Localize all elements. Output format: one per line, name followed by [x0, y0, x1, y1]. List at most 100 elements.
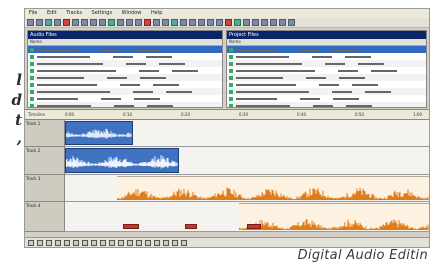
menu-settings[interactable]: Settings: [92, 10, 113, 16]
track-1-clip[interactable]: [65, 121, 133, 145]
file-row[interactable]: [28, 88, 222, 95]
file-row[interactable]: [28, 95, 222, 102]
toolbar-button[interactable]: [90, 19, 97, 26]
file-row[interactable]: [227, 81, 426, 88]
menu-edit[interactable]: Edit: [47, 10, 57, 16]
transport-button[interactable]: [109, 239, 115, 246]
file-row[interactable]: [227, 67, 426, 74]
timeline-ruler[interactable]: 0:00 0:10 0:20 0:30 0:40 0:50 1:00: [65, 110, 429, 119]
file-type-text: [134, 97, 160, 100]
toolbar-button[interactable]: [288, 19, 295, 26]
file-name-text: [236, 69, 315, 72]
toolbar-button[interactable]: [225, 19, 232, 26]
toolbar-button[interactable]: [180, 19, 187, 26]
menu-file[interactable]: File: [29, 10, 37, 16]
menu-window[interactable]: Window: [122, 10, 142, 16]
margin-text-4: ,: [16, 129, 22, 147]
toolbar-button[interactable]: [216, 19, 223, 26]
toolbar-button[interactable]: [279, 19, 286, 26]
menu-tracks[interactable]: Tracks: [66, 10, 82, 16]
track-2-lane[interactable]: [65, 147, 429, 175]
toolbar-button[interactable]: [99, 19, 106, 26]
transport-button[interactable]: [37, 239, 43, 246]
file-row[interactable]: [227, 53, 426, 60]
file-size-text: [306, 76, 326, 79]
toolbar-button[interactable]: [207, 19, 214, 26]
track-4-header[interactable]: Track 4: [25, 202, 65, 232]
toolbar-button[interactable]: [27, 19, 34, 26]
toolbar-button[interactable]: [189, 19, 196, 26]
track-1-lane[interactable]: [65, 120, 429, 147]
file-type-text: [346, 104, 372, 107]
toolbar-button[interactable]: [243, 19, 250, 26]
toolbar-button[interactable]: [63, 19, 70, 26]
file-row[interactable]: [227, 95, 426, 102]
transport-button[interactable]: [91, 239, 97, 246]
transport-button[interactable]: [163, 239, 169, 246]
toolbar-button[interactable]: [270, 19, 277, 26]
file-row[interactable]: [28, 102, 222, 107]
track-3-header[interactable]: Track 3: [25, 175, 65, 202]
transport-button[interactable]: [82, 239, 88, 246]
toolbar-button[interactable]: [234, 19, 241, 26]
transport-button[interactable]: [136, 239, 142, 246]
toolbar-button[interactable]: [126, 19, 133, 26]
audio-files-title: Audio Files: [28, 31, 222, 39]
track-2-clip[interactable]: [65, 148, 179, 173]
transport-button[interactable]: [73, 239, 79, 246]
transport-button[interactable]: [127, 239, 133, 246]
marker-a[interactable]: [123, 224, 139, 229]
file-row[interactable]: [28, 53, 222, 60]
transport-button[interactable]: [28, 239, 34, 246]
track-4-lane[interactable]: [65, 202, 429, 232]
file-row[interactable]: [28, 67, 222, 74]
file-row[interactable]: [227, 74, 426, 81]
file-name-text: [236, 48, 276, 51]
figure-caption: Digital Audio Editin: [297, 248, 428, 263]
transport-button[interactable]: [55, 239, 61, 246]
toolbar-button[interactable]: [117, 19, 124, 26]
toolbar-button[interactable]: [252, 19, 259, 26]
marker-c[interactable]: [247, 224, 261, 229]
transport-button[interactable]: [64, 239, 70, 246]
toolbar-button[interactable]: [45, 19, 52, 26]
file-row[interactable]: [28, 74, 222, 81]
marker-b[interactable]: [185, 224, 197, 229]
transport-button[interactable]: [100, 239, 106, 246]
toolbar-button[interactable]: [144, 19, 151, 26]
toolbar-button[interactable]: [54, 19, 61, 26]
toolbar-button[interactable]: [135, 19, 142, 26]
track-3-lane[interactable]: [65, 175, 429, 202]
toolbar-button[interactable]: [108, 19, 115, 26]
track-1-header[interactable]: Track 1: [25, 120, 65, 147]
track-2-header[interactable]: Track 2: [25, 147, 65, 175]
transport-button[interactable]: [46, 239, 52, 246]
toolbar-button[interactable]: [261, 19, 268, 26]
track-3-clip[interactable]: [117, 176, 429, 200]
toolbar-button[interactable]: [36, 19, 43, 26]
toolbar-button[interactable]: [198, 19, 205, 26]
file-row[interactable]: [28, 81, 222, 88]
file-row[interactable]: [227, 60, 426, 67]
toolbar-button[interactable]: [72, 19, 79, 26]
track-4-clip[interactable]: [239, 203, 429, 230]
toolbar-button[interactable]: [171, 19, 178, 26]
transport-button[interactable]: [154, 239, 160, 246]
file-row[interactable]: [227, 46, 426, 53]
file-row[interactable]: [227, 88, 426, 95]
transport-button[interactable]: [172, 239, 178, 246]
file-type-text: [166, 90, 192, 93]
file-row[interactable]: [28, 46, 222, 53]
transport-button[interactable]: [181, 239, 187, 246]
file-type-text: [352, 83, 378, 86]
file-type-text: [345, 55, 371, 58]
menu-help[interactable]: Help: [151, 10, 162, 16]
transport-button[interactable]: [145, 239, 151, 246]
toolbar-button[interactable]: [153, 19, 160, 26]
file-row[interactable]: [227, 102, 426, 107]
transport-button[interactable]: [118, 239, 124, 246]
toolbar-button[interactable]: [162, 19, 169, 26]
toolbar-button[interactable]: [81, 19, 88, 26]
track-3-name: Track 3: [26, 176, 41, 181]
file-row[interactable]: [28, 60, 222, 67]
